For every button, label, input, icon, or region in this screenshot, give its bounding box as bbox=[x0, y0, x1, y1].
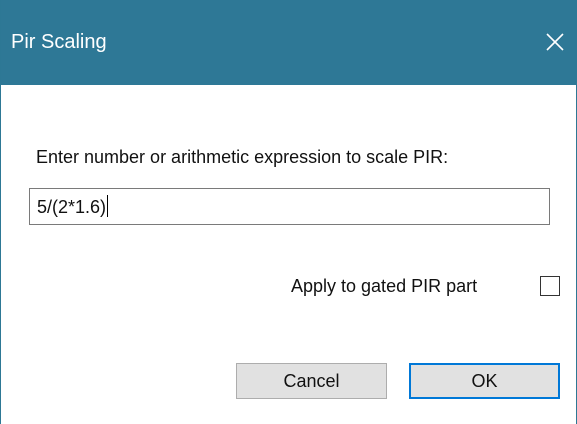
close-icon bbox=[546, 33, 564, 51]
expression-input[interactable]: 5/(2*1.6) bbox=[29, 188, 550, 225]
cancel-button[interactable]: Cancel bbox=[236, 363, 387, 399]
apply-gated-label: Apply to gated PIR part bbox=[291, 276, 478, 296]
expression-text: 5/(2*1.6) bbox=[37, 197, 107, 217]
ok-button[interactable]: OK bbox=[409, 363, 560, 399]
prompt-label: Enter number or arithmetic expression to… bbox=[36, 147, 449, 167]
window-title: Pir Scaling bbox=[11, 31, 107, 53]
close-button[interactable] bbox=[532, 22, 577, 62]
apply-gated-checkbox[interactable] bbox=[540, 276, 560, 296]
expression-input-value: 5/(2*1.6) bbox=[37, 195, 109, 219]
pir-scaling-dialog: Pir Scaling Enter number or arithmetic e… bbox=[0, 0, 577, 424]
title-bar[interactable]: Pir Scaling bbox=[1, 0, 577, 85]
text-caret bbox=[107, 195, 109, 217]
